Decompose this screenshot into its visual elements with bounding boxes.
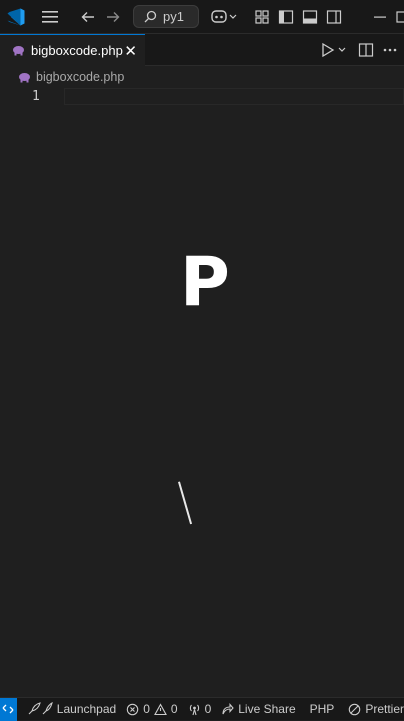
- remote-indicator-icon[interactable]: [0, 697, 17, 721]
- code-editor[interactable]: 1 P: [0, 88, 404, 697]
- toggle-panel-icon[interactable]: [302, 7, 318, 27]
- error-count: 0: [143, 702, 150, 716]
- live-share-icon: [221, 702, 234, 716]
- prettier-status[interactable]: Prettier: [348, 702, 404, 716]
- split-editor-icon[interactable]: [358, 40, 374, 60]
- tab-bigboxcode-php[interactable]: bigboxcode.php ✕: [0, 34, 145, 66]
- broadcast-icon: [188, 703, 201, 716]
- current-line-highlight[interactable]: [64, 88, 404, 105]
- breadcrumb[interactable]: bigboxcode.php: [0, 66, 404, 88]
- ports-count: 0: [204, 702, 212, 716]
- more-actions-icon[interactable]: [382, 40, 398, 60]
- vscode-logo-icon[interactable]: [6, 7, 26, 27]
- warning-icon: [153, 702, 167, 716]
- toggle-secondary-sidebar-icon[interactable]: [326, 7, 342, 27]
- php-elephant-icon: [12, 45, 25, 56]
- copilot-icon[interactable]: [210, 7, 240, 27]
- language-mode[interactable]: PHP: [310, 702, 335, 716]
- toggle-primary-sidebar-icon[interactable]: [278, 7, 294, 27]
- maximize-icon[interactable]: [396, 7, 404, 27]
- title-bar: py1: [0, 0, 404, 34]
- run-code-icon[interactable]: [320, 40, 348, 60]
- forward-arrow-icon[interactable]: [105, 7, 121, 27]
- prettier-off-icon: [348, 703, 361, 716]
- php-elephant-icon: [18, 72, 31, 83]
- warning-count: 0: [170, 702, 178, 716]
- editor-tab-bar: bigboxcode.php ✕: [0, 34, 404, 66]
- search-label: py1: [163, 9, 184, 24]
- launchpad-status[interactable]: Launchpad: [27, 702, 116, 716]
- problems-status[interactable]: 0 0: [126, 702, 178, 716]
- back-arrow-icon[interactable]: [80, 7, 96, 27]
- close-tab-icon[interactable]: ✕: [124, 42, 137, 60]
- live-share-status[interactable]: Live Share: [221, 702, 296, 716]
- line-number: 1: [32, 89, 40, 104]
- live-share-label: Live Share: [238, 702, 296, 716]
- search-icon: [144, 10, 157, 23]
- prettier-label: Prettier: [365, 702, 404, 716]
- launchpad-label: Launchpad: [56, 702, 117, 716]
- menu-icon[interactable]: [40, 7, 60, 27]
- minimize-icon[interactable]: [372, 7, 388, 27]
- customize-layout-icon[interactable]: [254, 7, 270, 27]
- breadcrumb-file[interactable]: bigboxcode.php: [36, 70, 124, 84]
- language-label: PHP: [309, 702, 335, 716]
- overlay-letter: P: [180, 243, 230, 322]
- status-bar: Launchpad 0 0 0 Live Share PHP Prettier: [0, 697, 404, 721]
- rocket-icon: [27, 702, 53, 716]
- command-center-search[interactable]: py1: [133, 5, 199, 28]
- drawn-stroke: [178, 481, 193, 525]
- error-icon: [126, 703, 139, 716]
- ports-status[interactable]: 0: [188, 702, 212, 716]
- tab-label: bigboxcode.php: [31, 43, 123, 58]
